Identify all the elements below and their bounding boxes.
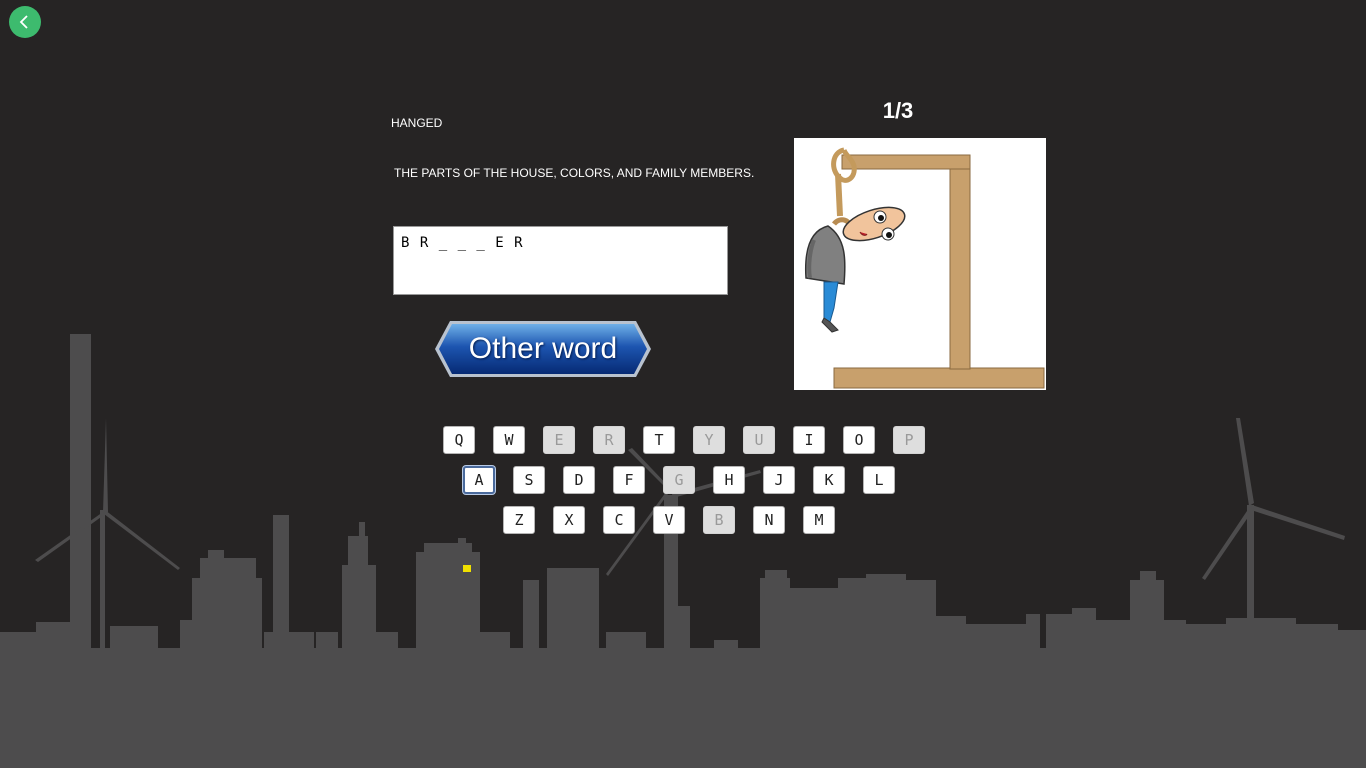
key-k[interactable]: K	[813, 466, 845, 494]
key-z[interactable]: Z	[503, 506, 535, 534]
key-m[interactable]: M	[803, 506, 835, 534]
word-hint: THE PARTS OF THE HOUSE, COLORS, AND FAMI…	[394, 166, 755, 180]
key-a[interactable]: A	[463, 466, 495, 494]
key-e[interactable]: E	[543, 426, 575, 454]
key-u[interactable]: U	[743, 426, 775, 454]
key-x[interactable]: X	[553, 506, 585, 534]
key-o[interactable]: O	[843, 426, 875, 454]
back-button[interactable]	[9, 6, 41, 38]
attempt-counter: 1/3	[882, 98, 914, 123]
word-display: B R _ _ _ E R	[393, 226, 728, 295]
key-w[interactable]: W	[493, 426, 525, 454]
key-h[interactable]: H	[713, 466, 745, 494]
key-q[interactable]: Q	[443, 426, 475, 454]
key-f[interactable]: F	[613, 466, 645, 494]
key-v[interactable]: V	[653, 506, 685, 534]
key-b[interactable]: B	[703, 506, 735, 534]
city-skyline-background	[0, 334, 1366, 768]
chevron-left-icon	[19, 15, 28, 29]
key-s[interactable]: S	[513, 466, 545, 494]
key-n[interactable]: N	[753, 506, 785, 534]
other-word-button[interactable]: Other word	[434, 320, 652, 378]
other-word-label: Other word	[468, 332, 618, 365]
key-y[interactable]: Y	[693, 426, 725, 454]
key-c[interactable]: C	[603, 506, 635, 534]
key-p[interactable]: P	[893, 426, 925, 454]
key-j[interactable]: J	[763, 466, 795, 494]
key-g[interactable]: G	[663, 466, 695, 494]
key-t[interactable]: T	[643, 426, 675, 454]
game-title: HANGED	[391, 116, 443, 130]
key-i[interactable]: I	[793, 426, 825, 454]
key-d[interactable]: D	[563, 466, 595, 494]
hangman-illustration	[794, 138, 1046, 390]
key-r[interactable]: R	[593, 426, 625, 454]
key-l[interactable]: L	[863, 466, 895, 494]
